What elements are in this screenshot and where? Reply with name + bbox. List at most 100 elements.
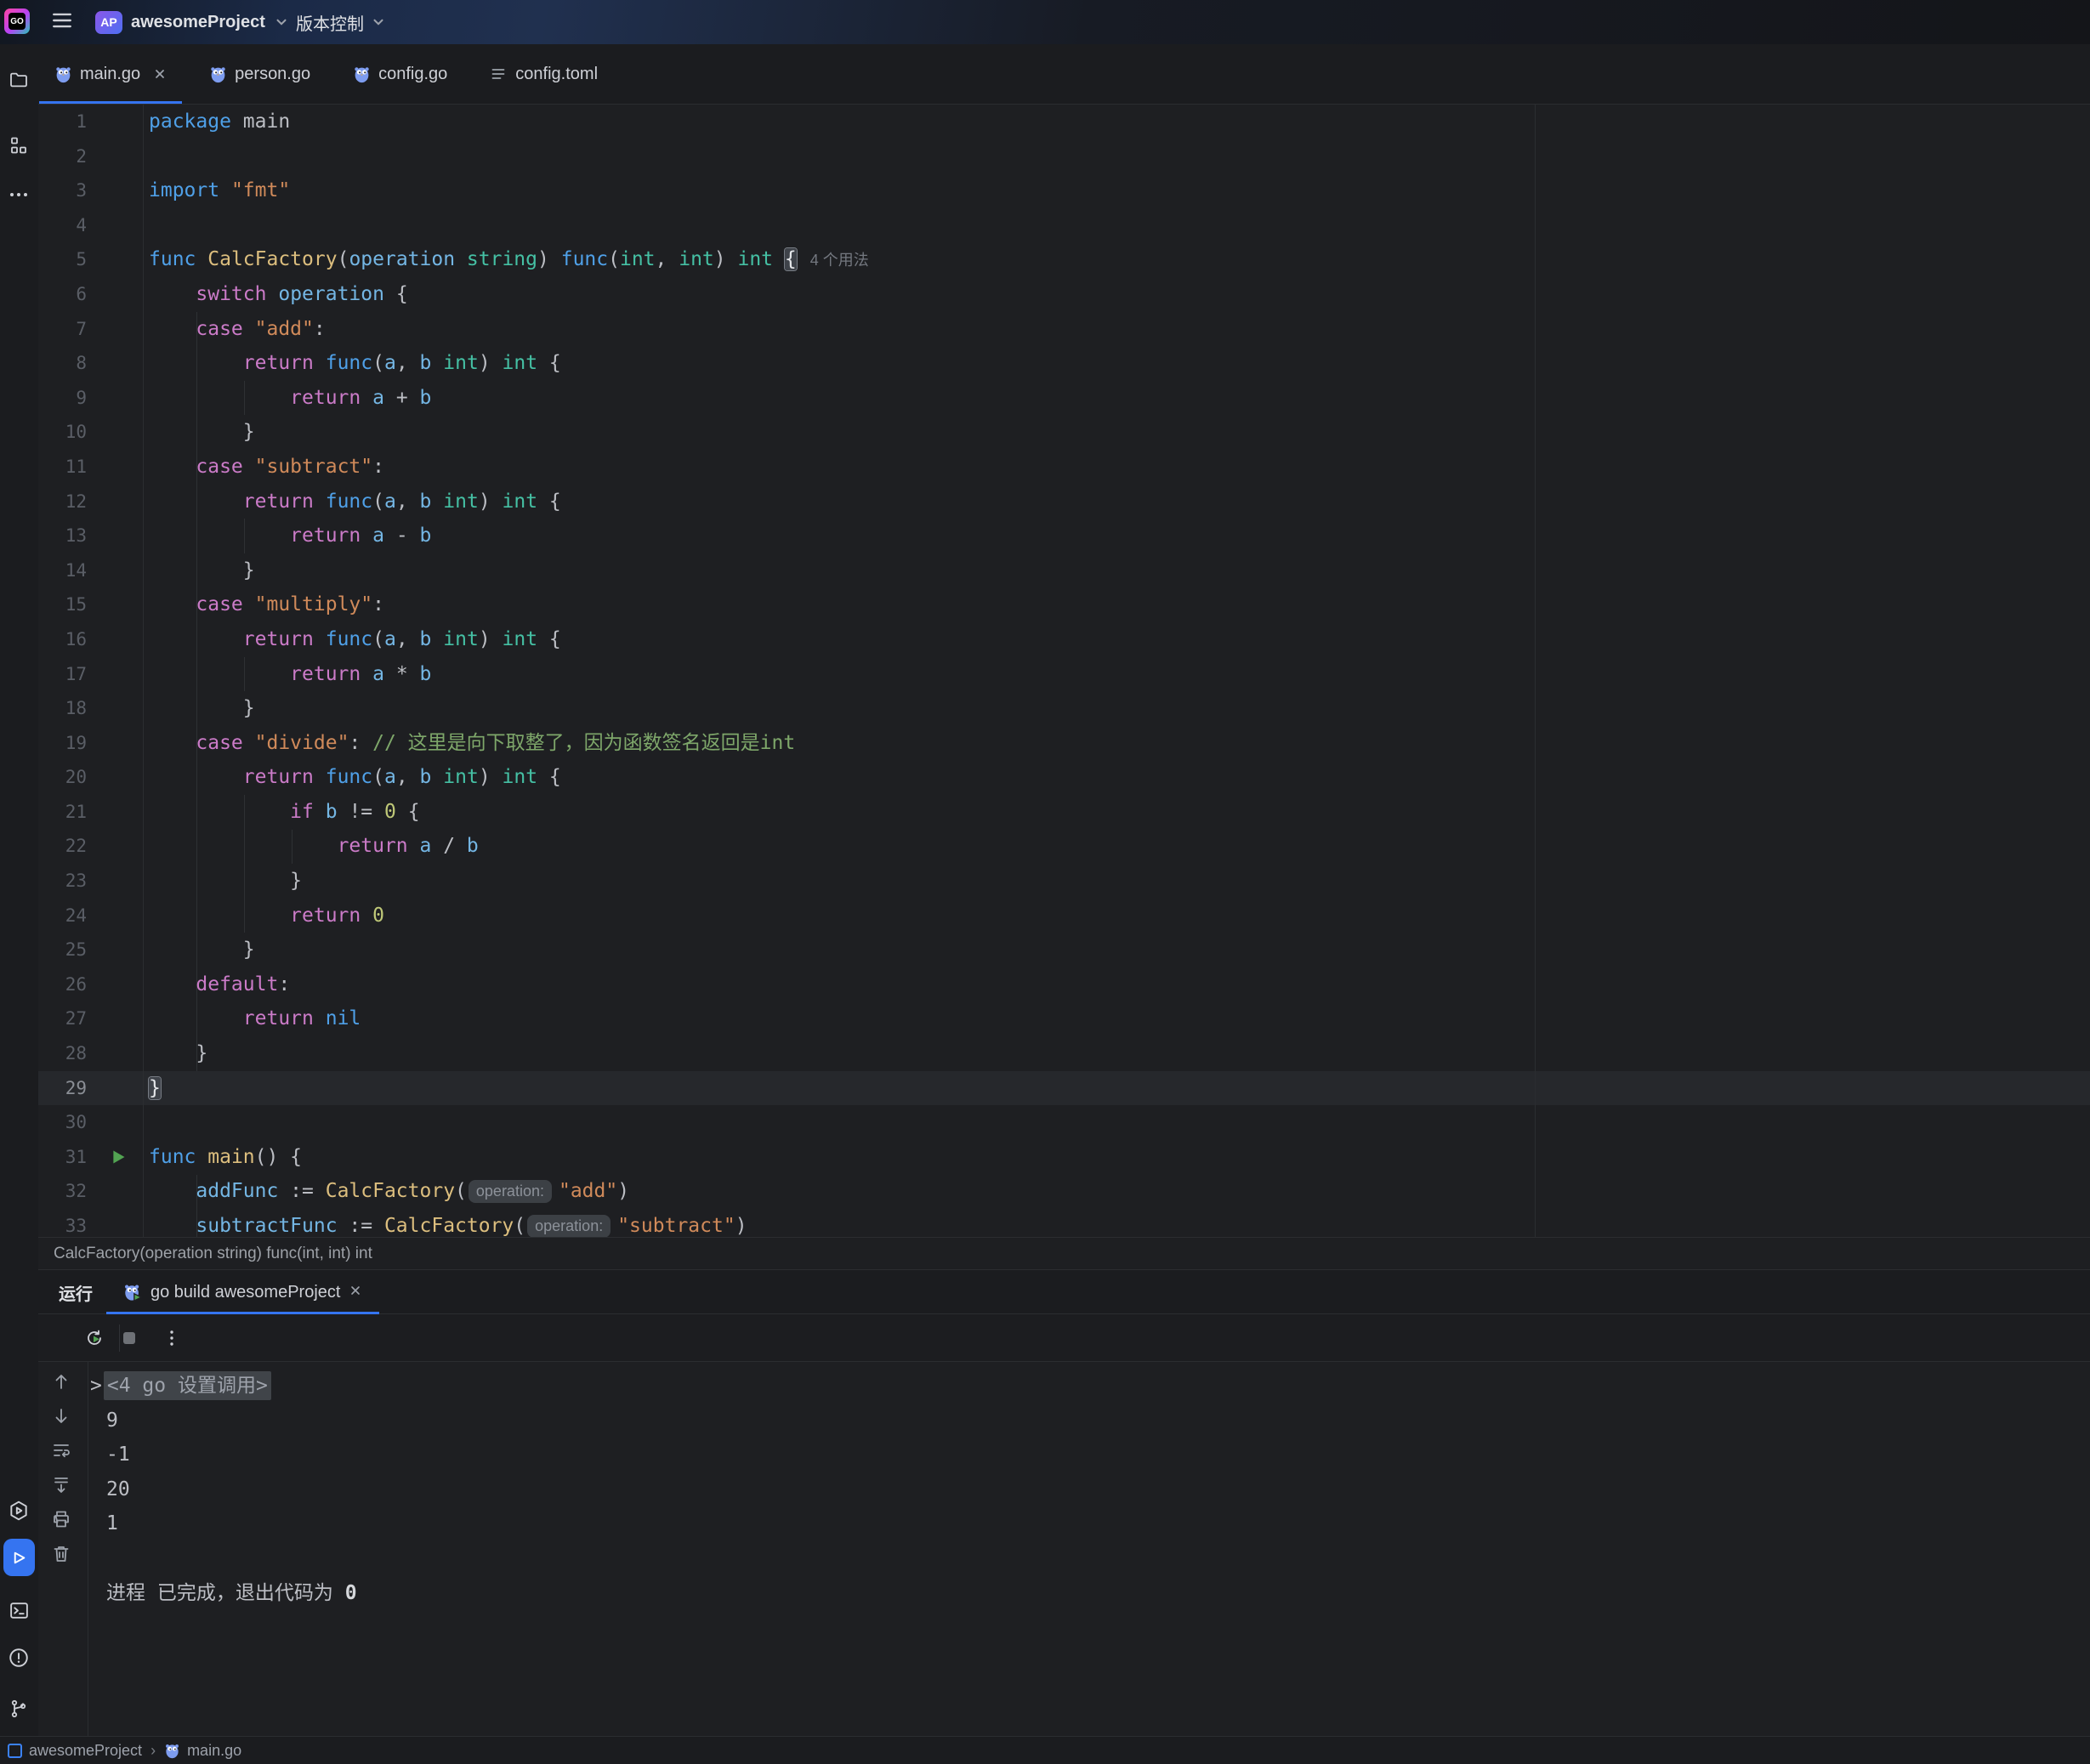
close-icon[interactable] [153,67,167,81]
main-menu-button[interactable] [49,10,75,34]
token-pl [149,1007,243,1029]
sidebar-item-terminal[interactable] [7,1598,31,1622]
line-number: 7 [38,312,87,347]
run-toolbar [38,1314,2090,1362]
sidebar-item-structure[interactable] [7,133,31,157]
console-fold-line: ><4 go 设置调用> [89,1369,2090,1404]
gutter-slot [87,967,149,1002]
sidebar-item-project[interactable] [7,68,31,92]
line-number: 14 [38,553,87,588]
sidebar-item-version-control[interactable] [7,1697,31,1721]
token-pl [149,1215,196,1237]
token-pl [149,732,196,754]
token-pl [243,318,255,340]
token-kw: func [326,491,372,513]
editor-line: 31func main() { [38,1140,2090,1175]
arrow-up-button[interactable] [50,1370,72,1392]
context-hint-bar: CalcFactory(operation string) func(int, … [38,1237,2090,1270]
token-pl [408,835,420,857]
usages-hint[interactable]: 4 个用法 [810,252,869,269]
token-pl [149,835,338,857]
token-pl [149,801,290,823]
token-pl: : [372,593,384,615]
line-number: 26 [38,967,87,1002]
token-kw2: return [243,628,314,650]
line-number: 29 [38,1071,87,1106]
line-number: 1 [38,105,87,139]
more-button[interactable] [162,1328,182,1348]
code-text: return nil [149,1001,361,1036]
breadcrumb-project[interactable]: awesomeProject [29,1742,142,1760]
token-cm: // 这里是向下取整了，因为函数签名返回是int [372,732,795,754]
arrow-down-button[interactable] [50,1405,72,1427]
editor-line: 3import "fmt" [38,173,2090,208]
rerun-button[interactable] [84,1328,105,1348]
print-button[interactable] [50,1508,72,1530]
run-line-icon[interactable] [110,1149,127,1166]
token-pl [314,766,326,788]
code-editor[interactable]: 1package main23import "fmt"45func CalcFa… [38,105,2090,1237]
editor-line: 8 return func(a, b int) int { [38,346,2090,381]
token-pl: } [149,421,255,443]
token-str: "subtract" [617,1215,735,1237]
editor-line: 19 case "divide": // 这里是向下取整了，因为函数签名返回是i… [38,726,2090,761]
sidebar-item-problems[interactable] [7,1646,31,1670]
run-config-tab[interactable]: go build awesomeProject [106,1270,379,1314]
token-typ: int [443,766,479,788]
line-number: 19 [38,726,87,761]
sidebar-item-run[interactable] [3,1539,35,1576]
code-text: return a * b [149,657,431,692]
token-str: "add" [559,1180,617,1202]
token-var: a [420,835,432,857]
tab-label: config.toml [515,65,598,84]
token-pl: : [278,973,290,995]
vcs-widget[interactable]: 版本控制 [296,7,386,37]
editor-line: 22 return a / b [38,829,2090,864]
folded-command[interactable]: <4 go 设置调用> [104,1371,271,1400]
gutter-slot [87,415,149,450]
token-pl [431,491,443,513]
token-kw2: return [338,835,408,857]
token-bhl: } [149,1077,161,1099]
token-pl [266,283,278,305]
tab-main.go[interactable]: main.go [39,44,182,104]
token-var: a [384,491,396,513]
sidebar-item-services[interactable] [7,1499,31,1523]
line-number: 27 [38,1001,87,1036]
project-selector[interactable]: AP awesomeProject [95,7,289,37]
close-icon[interactable] [349,1283,362,1302]
gutter-slot [87,1140,149,1175]
token-var: operation [278,283,384,305]
token-typ: int [737,248,773,270]
tab-config.toml[interactable]: config.toml [474,44,613,104]
token-kw: func [561,248,608,270]
line-number: 28 [38,1036,87,1071]
goland-logo-icon[interactable]: GO [4,9,30,34]
token-pl: ( [514,1215,525,1237]
line-number: 13 [38,519,87,553]
token-pl [149,283,196,305]
tab-person.go[interactable]: person.go [194,44,326,104]
token-pl: { [396,801,420,823]
token-pl: ) [479,766,503,788]
scroll-to-end-button[interactable] [50,1474,72,1496]
token-pl: , [396,352,420,374]
tab-config.go[interactable]: config.go [338,44,463,104]
token-pl: ( [338,248,349,270]
token-pl: ( [372,628,384,650]
console-value: -1 [89,1438,130,1472]
code-text: return a / b [149,829,479,864]
code-text: } [149,415,255,450]
breadcrumb-file[interactable]: main.go [187,1742,241,1760]
token-pl [149,1180,196,1202]
token-pl: } [149,697,255,719]
token-kw2: case [196,732,242,754]
sidebar-item-more[interactable] [7,183,31,207]
stop-button[interactable] [119,1328,139,1348]
console[interactable]: ><4 go 设置调用>9-1201进程 已完成，退出代码为 0 [38,1362,2090,1736]
token-pl [149,456,196,478]
token-var: a [384,628,396,650]
token-pl: ) [479,491,503,513]
clear-button[interactable] [50,1543,72,1565]
soft-wrap-button[interactable] [50,1439,72,1461]
